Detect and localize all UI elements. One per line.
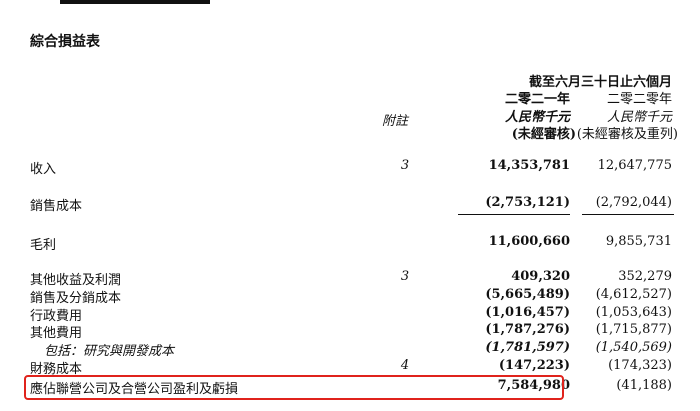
row-value-2020: 352,279 <box>618 269 672 284</box>
table-row: 收入 3 14,353,781 12,647,775 <box>0 158 700 177</box>
row-value-2021: (2,753,121) <box>485 195 570 210</box>
subtotal-underline <box>458 214 570 215</box>
table-row-sub-item: 包括：研究與開發成本 (1,781,597) (1,540,569) <box>0 340 700 359</box>
table-row: 毛利 11,600,660 9,855,731 <box>0 234 700 253</box>
row-value-2021: 14,353,781 <box>488 158 570 173</box>
table-row: 銷售成本 (2,753,121) (2,792,044) <box>0 195 700 214</box>
row-note: 3 <box>400 269 410 284</box>
row-value-2020: (4,612,527) <box>595 287 672 302</box>
table-row: 其他費用 (1,787,276) (1,715,877) <box>0 322 700 341</box>
page-top-edge-line <box>60 0 210 4</box>
row-value-2021: 409,320 <box>511 269 570 284</box>
col-2021-year: 二零二一年 <box>504 92 570 107</box>
row-value-2020: (2,792,044) <box>595 195 672 210</box>
row-highlight-box <box>24 375 564 400</box>
row-value-2020: (174,323) <box>608 358 672 373</box>
row-label: 銷售成本 <box>30 199 83 214</box>
row-value-2021: (147,223) <box>498 358 570 373</box>
subtotal-underline <box>582 214 674 215</box>
statement-title: 綜合損益表 <box>30 34 100 50</box>
table-row: 行政費用 (1,016,457) (1,053,643) <box>0 305 700 324</box>
row-value-2020: (1,540,569) <box>595 340 672 355</box>
row-label: 包括：研究與開發成本 <box>44 344 175 359</box>
table-row: 銷售及分銷成本 (5,665,489) (4,612,527) <box>0 287 700 306</box>
row-label: 毛利 <box>30 238 57 253</box>
row-label: 收入 <box>30 162 57 177</box>
table-row: 財務成本 4 (147,223) (174,323) <box>0 358 700 377</box>
row-value-2020: 12,647,775 <box>597 158 672 173</box>
row-value-2021: (1,787,276) <box>485 322 570 337</box>
row-value-2020: (41,188) <box>616 378 672 393</box>
row-note: 3 <box>400 158 410 173</box>
row-value-2020: 9,855,731 <box>605 234 672 249</box>
row-label: 銷售及分銷成本 <box>30 291 122 306</box>
col-2021-status: (未經審核) <box>511 127 576 142</box>
col-2020-status: (未經審核及重列) <box>576 127 678 142</box>
row-label: 其他收益及利潤 <box>30 273 122 288</box>
row-value-2021: (1,016,457) <box>485 305 570 320</box>
table-row: 其他收益及利潤 3 409,320 352,279 <box>0 269 700 288</box>
row-value-2020: (1,053,643) <box>595 305 672 320</box>
row-value-2021: (5,665,489) <box>485 287 570 302</box>
note-column-header: 附註 <box>382 114 409 129</box>
row-value-2021: 11,600,660 <box>488 234 570 249</box>
row-label: 其他費用 <box>30 326 83 341</box>
col-2020-year: 二零二零年 <box>606 92 672 107</box>
row-note: 4 <box>400 358 410 373</box>
row-value-2020: (1,715,877) <box>595 322 672 337</box>
row-value-2021: (1,781,597) <box>485 340 570 355</box>
